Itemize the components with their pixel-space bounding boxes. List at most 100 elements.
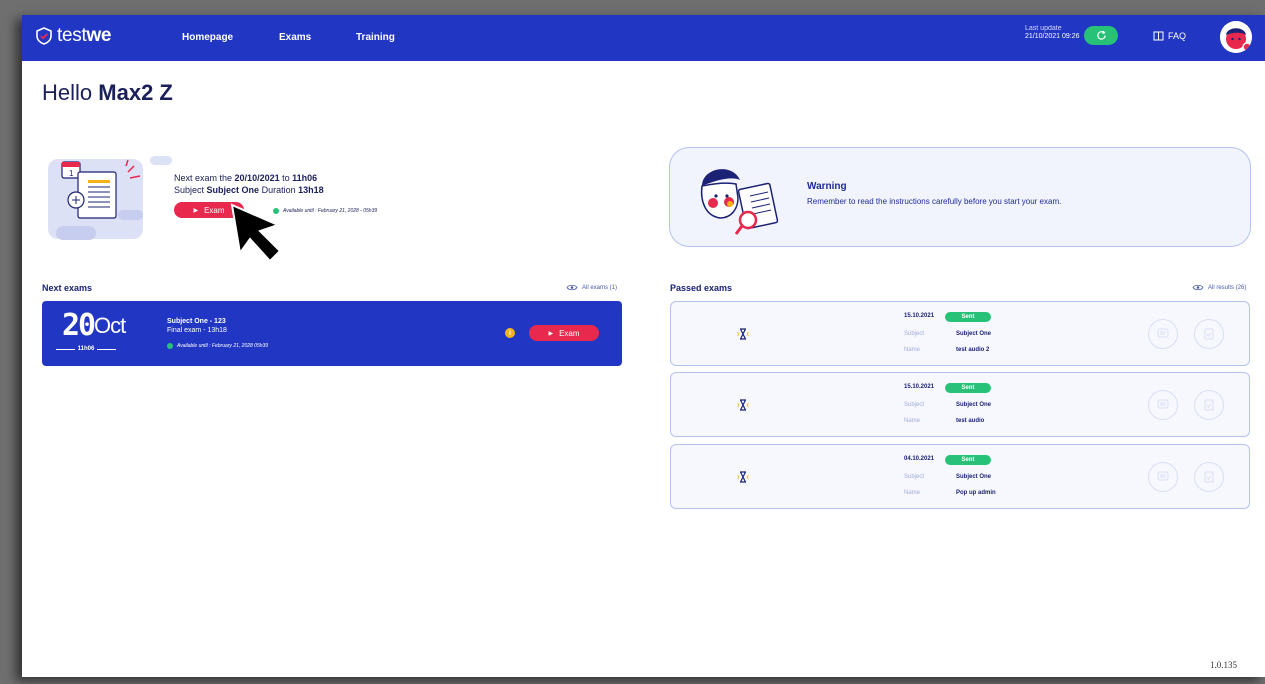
next-exam-line: Next exam the 20/10/2021 to 11h06	[174, 173, 317, 183]
divider	[97, 348, 116, 350]
logo-text-bold: we	[86, 25, 112, 46]
nav-training[interactable]: Training	[356, 32, 395, 43]
subject-label: Subject	[174, 185, 205, 195]
name-label: Name	[904, 347, 921, 353]
logo-text-light: test	[57, 25, 87, 46]
exam-time-value: 11h06	[77, 346, 95, 352]
comment-icon	[1157, 471, 1169, 481]
eye-icon	[1192, 284, 1204, 291]
availability-text: Available until : February 21, 2028 - 05…	[283, 208, 378, 214]
passed-exam-card[interactable]: 15.10.2021 Sent Subject Subject One Name…	[670, 372, 1250, 437]
subject-label: Subject	[904, 402, 925, 408]
app-window: test we Homepage Exams Training Last upda…	[22, 15, 1265, 677]
exam-time: 11h06	[56, 346, 116, 352]
nav-exams[interactable]: Exams	[279, 32, 311, 43]
document-check-icon	[1204, 471, 1214, 483]
user-avatar[interactable]	[1220, 21, 1252, 53]
duration-label: Duration	[261, 185, 296, 195]
next-exam-time: 11h06	[292, 173, 318, 183]
subject-label: Subject	[904, 474, 925, 480]
refresh-button[interactable]	[1084, 26, 1118, 45]
document-check-icon	[1204, 328, 1214, 340]
next-exams-title: Next exams	[42, 283, 93, 293]
document-check-icon	[1204, 399, 1214, 411]
app-version: 1.0.135	[1210, 660, 1237, 670]
next-exam-prefix: Next exam the	[174, 173, 233, 183]
mouse-pointer-icon	[230, 203, 282, 263]
comments-button[interactable]	[1148, 390, 1178, 420]
last-update: Last update 21/10/2021 09:26	[1025, 25, 1080, 41]
status-badge: Sent	[945, 383, 991, 393]
play-icon: ▶	[193, 207, 199, 214]
exam-final-info: Final exam - 13h18	[167, 327, 227, 334]
comment-icon	[1157, 328, 1169, 338]
next-exam-subject-line: Subject Subject One Duration 13h18	[174, 185, 324, 195]
report-button[interactable]	[1194, 390, 1224, 420]
availability-note: Available until : February 21, 2028 - 05…	[273, 208, 377, 214]
all-exams-label: All exams (1)	[582, 284, 618, 291]
status-badge: Sent	[945, 312, 991, 322]
comment-icon	[1157, 399, 1169, 409]
passed-exam-card[interactable]: 15.10.2021 Sent Subject Subject One Name…	[670, 301, 1250, 366]
hourglass-icon	[737, 328, 749, 340]
exam-card-start-button[interactable]: ▶ Exam	[529, 325, 599, 341]
exam-card-button-label: Exam	[559, 328, 580, 338]
report-button[interactable]	[1194, 462, 1224, 492]
passed-exam-name: test audio	[956, 418, 985, 424]
comments-button[interactable]	[1148, 319, 1178, 349]
passed-exams-title: Passed exams	[670, 283, 733, 293]
warning-text: Remember to read the instructions carefu…	[807, 197, 1062, 206]
warning-title: Warning	[807, 181, 847, 192]
exam-availability-text: Available until : February 21, 2028 05h3…	[177, 343, 269, 349]
testwe-logo[interactable]: test we	[36, 25, 111, 47]
greeting-name: Max2 Z	[98, 80, 173, 105]
faq-link[interactable]: FAQ	[1153, 31, 1186, 41]
name-label: Name	[904, 418, 921, 424]
faq-book-icon	[1153, 31, 1164, 41]
available-status-dot	[167, 343, 173, 349]
last-update-value: 21/10/2021 09:26	[1025, 33, 1080, 40]
divider	[56, 348, 75, 350]
passed-exam-card[interactable]: 04.10.2021 Sent Subject Subject One Name…	[670, 444, 1250, 509]
play-icon: ▶	[548, 330, 554, 337]
svg-text:1: 1	[69, 169, 74, 178]
exam-day: 20	[62, 308, 96, 343]
top-navbar: test we Homepage Exams Training Last upda…	[22, 15, 1265, 61]
start-exam-label: Exam	[204, 205, 225, 215]
exam-subject: Subject One - 123	[167, 318, 226, 325]
refresh-icon	[1096, 30, 1106, 40]
passed-exam-date: 04.10.2021	[904, 456, 935, 462]
next-exam-subject: Subject One	[206, 185, 260, 195]
exam-month: Oct	[94, 313, 126, 338]
next-exam-card[interactable]: 20 Oct 11h06 Subject One - 123 Final exa…	[42, 301, 622, 366]
nav-homepage[interactable]: Homepage	[182, 32, 233, 43]
warning-reading-illustration	[700, 169, 779, 235]
last-update-label: Last update	[1025, 25, 1062, 32]
name-label: Name	[904, 490, 921, 496]
passed-exam-name: Pop up admin	[956, 490, 996, 496]
exam-availability: Available until : February 21, 2028 05h3…	[167, 343, 268, 349]
next-exam-to: to	[282, 173, 290, 183]
subject-label: Subject	[904, 331, 925, 337]
status-badge: Sent	[945, 455, 991, 465]
report-button[interactable]	[1194, 319, 1224, 349]
hourglass-icon	[737, 399, 749, 411]
info-icon[interactable]: i	[505, 328, 515, 338]
page-greeting: Hello Max2 Z	[42, 80, 173, 106]
all-exams-link[interactable]: All exams (1)	[566, 284, 617, 291]
hourglass-icon	[737, 471, 749, 483]
shield-check-icon	[36, 27, 52, 45]
faq-label: FAQ	[1168, 31, 1187, 41]
next-exam-date: 20/10/2021	[234, 173, 280, 183]
passed-exam-subject: Subject One	[956, 402, 992, 408]
exam-document-illustration: 1	[48, 156, 172, 240]
passed-exam-date: 15.10.2021	[904, 384, 935, 390]
passed-exam-subject: Subject One	[956, 474, 992, 480]
eye-icon	[566, 284, 578, 291]
avatar-face-icon	[1220, 21, 1252, 53]
all-results-link[interactable]: All results (26)	[1192, 284, 1246, 291]
warning-card: Warning Remember to read the instruction…	[669, 147, 1251, 247]
comments-button[interactable]	[1148, 462, 1178, 492]
passed-exam-date: 15.10.2021	[904, 313, 935, 319]
all-results-label: All results (26)	[1208, 284, 1247, 291]
